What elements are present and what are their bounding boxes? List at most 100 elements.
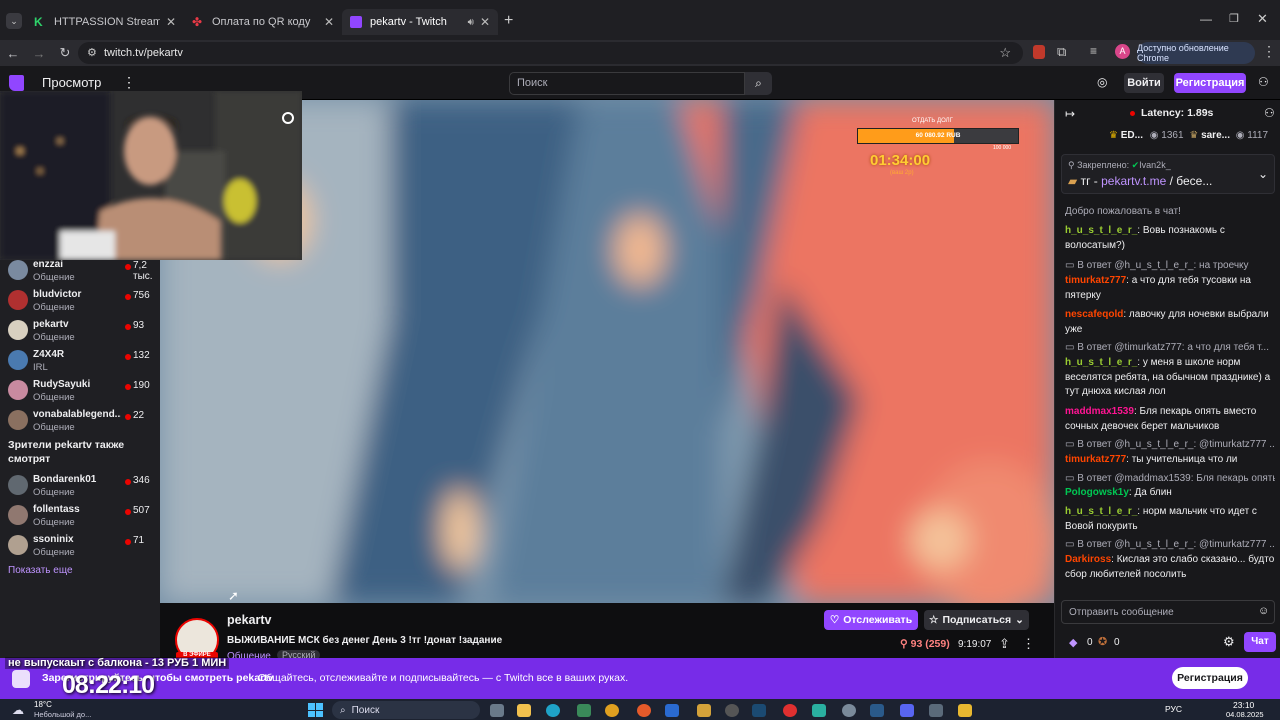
- close-icon[interactable]: ✕: [166, 15, 176, 29]
- speaker-icon[interactable]: 🔊︎: [468, 17, 474, 28]
- extension-icon[interactable]: [1033, 45, 1045, 59]
- chat-send-button[interactable]: Чат: [1244, 632, 1276, 652]
- chat-reply-context[interactable]: ▭ В ответ @h_u_s_t_l_e_r_: на троечку: [1065, 260, 1275, 271]
- sidebar-channel[interactable]: follentass Общение 507: [0, 500, 160, 530]
- chrome-icon[interactable]: [605, 704, 619, 717]
- search-input[interactable]: Поиск: [509, 72, 745, 95]
- expand-pinned-icon[interactable]: ⌄: [1258, 167, 1268, 181]
- file-explorer-icon[interactable]: [517, 704, 531, 717]
- chrome-menu-icon[interactable]: ⋮: [1262, 43, 1276, 60]
- chat-username[interactable]: nescafeqold: [1065, 309, 1123, 320]
- chat-username[interactable]: h_u_s_t_l_e_r_: [1065, 225, 1137, 236]
- weather-icon[interactable]: ☁: [12, 703, 24, 717]
- clock-time: 23:10: [1233, 700, 1255, 710]
- reading-list-icon[interactable]: ≡: [1090, 44, 1097, 58]
- channel-name[interactable]: pekartv: [227, 613, 271, 627]
- live-indicator: [125, 479, 131, 485]
- collapse-chat-icon[interactable]: ↦: [1065, 107, 1075, 121]
- close-icon[interactable]: ✕: [324, 15, 334, 29]
- close-icon[interactable]: ✕: [480, 15, 490, 29]
- login-button[interactable]: Войти: [1124, 73, 1164, 93]
- user-icon[interactable]: ⚇: [1258, 75, 1269, 89]
- signup-button[interactable]: Регистрация: [1174, 73, 1246, 93]
- share-icon[interactable]: ⇪: [999, 636, 1010, 652]
- task-view-icon[interactable]: [490, 704, 504, 717]
- sidebar-channel[interactable]: ssoninix Общение 71: [0, 530, 160, 560]
- taskbar-search[interactable]: ⌕ Поиск: [332, 701, 480, 719]
- yandex-icon[interactable]: [783, 704, 797, 717]
- chat-username[interactable]: timurkatz777: [1065, 454, 1126, 465]
- more-icon[interactable]: ⋮: [1022, 636, 1035, 652]
- photos-icon[interactable]: [577, 704, 591, 717]
- sidebar-channel[interactable]: pekartv Общение 93: [0, 315, 160, 345]
- vpn-icon[interactable]: [812, 704, 826, 717]
- twitch-logo-icon[interactable]: [9, 75, 24, 91]
- channel-points-icon[interactable]: ✪: [1098, 635, 1107, 648]
- browse-link[interactable]: Просмотр: [42, 75, 101, 90]
- chat-reply-context[interactable]: ▭ В ответ @h_u_s_t_l_e_r_: @timurkatz777…: [1065, 539, 1275, 550]
- show-more-link[interactable]: Показать еще: [8, 565, 73, 576]
- calculator-icon[interactable]: [929, 704, 943, 717]
- pinned-message[interactable]: ⚲ Закреплено: ✔Ivan2k_ ▰ тг - pekartv.t.…: [1061, 154, 1275, 194]
- notes-icon[interactable]: [958, 704, 972, 717]
- subscribe-button[interactable]: ☆ Подписаться ⌄: [924, 610, 1029, 630]
- obs-icon[interactable]: [725, 704, 739, 717]
- minimize-button[interactable]: —: [1200, 12, 1212, 26]
- pinned-label: Закреплено:: [1077, 160, 1130, 170]
- sidebar-channel[interactable]: RudySayuki Общение 190: [0, 375, 160, 405]
- more-options-icon[interactable]: ⋮: [122, 74, 136, 91]
- weather-temp: 18°C: [34, 700, 52, 709]
- chat-input[interactable]: Отправить сообщение ☺: [1061, 600, 1275, 624]
- tab-pekartv-twitch[interactable]: pekartv - Twitch 🔊︎ ✕: [342, 9, 498, 35]
- follow-button[interactable]: ♡ Отслеживать: [824, 610, 918, 630]
- pinned-link[interactable]: pekartv.t.me: [1101, 174, 1166, 188]
- app-icon[interactable]: [637, 704, 651, 717]
- address-bar[interactable]: ⚙ twitch.tv/pekartv ☆: [78, 42, 1023, 64]
- tab-qr-payment[interactable]: ✤ Оплата по QR коду ✕: [184, 9, 342, 35]
- restore-button[interactable]: ❐: [1229, 12, 1239, 25]
- chrome-update-button[interactable]: Доступно обновление Chrome: [1137, 42, 1255, 64]
- close-window-button[interactable]: ✕: [1257, 11, 1268, 27]
- bits-icon[interactable]: ◆: [1069, 636, 1077, 649]
- channel-name: Bondarenk01: [33, 474, 97, 485]
- language-indicator[interactable]: РУС: [1165, 704, 1182, 714]
- chat-settings-icon[interactable]: ⚙: [1223, 634, 1235, 650]
- tab-httpassion[interactable]: K HTTPASSION Stream - Watch L ✕: [26, 9, 184, 35]
- folder-icon[interactable]: [697, 704, 711, 717]
- chat-username[interactable]: Pologowsk1y: [1065, 487, 1129, 498]
- chat-reply-context[interactable]: ▭ В ответ @h_u_s_t_l_e_r_: @timurkatz777…: [1065, 439, 1275, 450]
- emote-picker-icon[interactable]: ☺: [1258, 605, 1269, 617]
- tab-search-button[interactable]: ⌄: [6, 13, 22, 29]
- chat-username[interactable]: Darkiross: [1065, 554, 1111, 565]
- edge-icon[interactable]: [546, 704, 560, 717]
- banner-signup-button[interactable]: Регистрация: [1172, 667, 1248, 689]
- profile-avatar[interactable]: A: [1115, 44, 1130, 59]
- sidebar-channel[interactable]: Bondarenk01 Общение 346: [0, 470, 160, 500]
- start-button[interactable]: [308, 703, 323, 717]
- chat-username[interactable]: h_u_s_t_l_e_r_: [1065, 506, 1137, 517]
- chat-username[interactable]: h_u_s_t_l_e_r_: [1065, 357, 1137, 368]
- chat-reply-context[interactable]: ▭ В ответ @maddmax1539: Бля пекарь опять…: [1065, 473, 1275, 484]
- forward-icon[interactable]: →: [26, 46, 52, 61]
- reload-icon[interactable]: ↻: [52, 45, 78, 61]
- chat-username[interactable]: timurkatz777: [1065, 275, 1126, 286]
- steam-icon[interactable]: [870, 704, 884, 717]
- extensions-puzzle-icon[interactable]: ⧉: [1057, 44, 1066, 60]
- sidebar-channel[interactable]: Z4X4R IRL 132: [0, 345, 160, 375]
- back-icon[interactable]: ←: [0, 46, 26, 61]
- search-button[interactable]: ⌕: [745, 72, 772, 95]
- prime-crown-icon[interactable]: ◎: [1097, 75, 1107, 89]
- stats-icon[interactable]: [665, 704, 679, 717]
- sidebar-channel[interactable]: vonabalablegend... Общение 22: [0, 405, 160, 435]
- steam-icon[interactable]: [752, 704, 766, 717]
- site-info-icon[interactable]: ⚙: [87, 46, 97, 59]
- discord-icon[interactable]: [900, 704, 914, 717]
- chat-username[interactable]: maddmax1539: [1065, 406, 1134, 417]
- chat-reply-context[interactable]: ▭ В ответ @timurkatz777: а что для тебя …: [1065, 342, 1275, 353]
- settings-icon[interactable]: [842, 704, 856, 717]
- sidebar-channel[interactable]: bludvictor Общение 756: [0, 285, 160, 315]
- bookmark-star-icon[interactable]: ☆: [999, 45, 1011, 61]
- live-indicator: [125, 324, 131, 330]
- users-icon[interactable]: ⚇: [1264, 106, 1275, 120]
- new-tab-button[interactable]: +: [504, 12, 513, 30]
